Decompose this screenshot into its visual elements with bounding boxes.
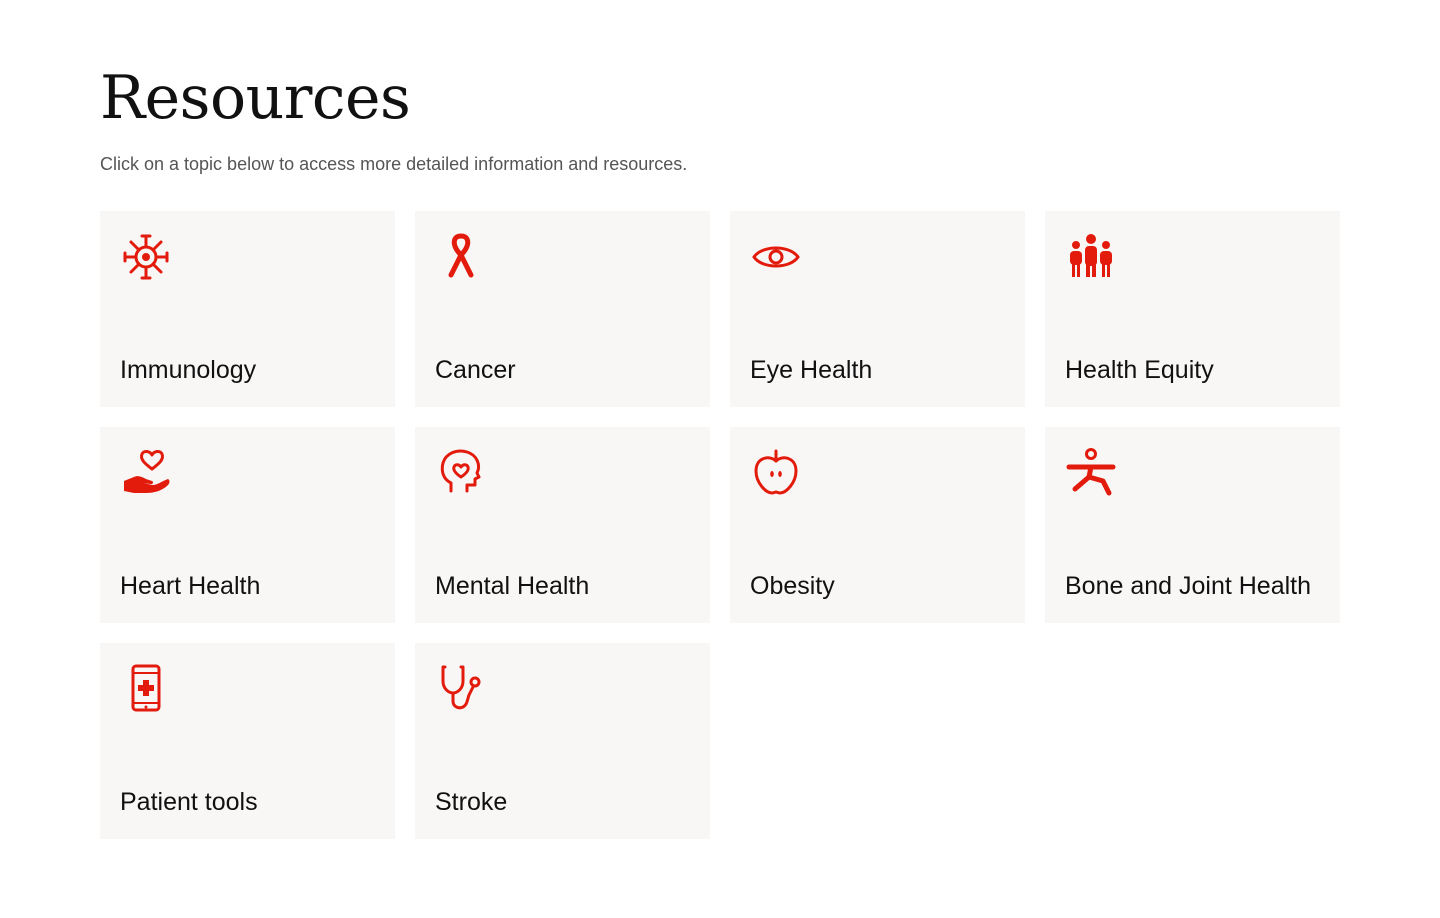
topic-label: Patient tools: [120, 788, 258, 816]
ribbon-icon: [435, 231, 487, 283]
topic-label: Obesity: [750, 572, 835, 600]
topic-card-cancer[interactable]: Cancer: [415, 211, 710, 407]
yoga-pose-icon: [1065, 447, 1117, 499]
eye-icon: [750, 231, 802, 283]
topic-label: Heart Health: [120, 572, 261, 600]
topic-card-bone-and-joint-health[interactable]: Bone and Joint Health: [1045, 427, 1340, 623]
topic-card-mental-health[interactable]: Mental Health: [415, 427, 710, 623]
topic-card-immunology[interactable]: Immunology: [100, 211, 395, 407]
topic-grid: Immunology Cancer Eye Health Health Equi…: [100, 211, 1340, 839]
page-title: Resources: [100, 63, 411, 133]
topic-card-eye-health[interactable]: Eye Health: [730, 211, 1025, 407]
resources-page: Resources Click on a topic below to acce…: [0, 0, 1440, 918]
topic-label: Mental Health: [435, 572, 590, 600]
page-subtitle: Click on a topic below to access more de…: [100, 154, 688, 174]
topic-label: Bone and Joint Health: [1065, 572, 1312, 600]
topic-label: Eye Health: [750, 356, 873, 384]
topic-card-patient-tools[interactable]: Patient tools: [100, 643, 395, 839]
virus-icon: [120, 231, 172, 283]
apple-icon: [750, 447, 802, 499]
head-heart-icon: [435, 447, 487, 499]
stethoscope-icon: [435, 663, 487, 715]
topic-card-obesity[interactable]: Obesity: [730, 427, 1025, 623]
topic-card-heart-health[interactable]: Heart Health: [100, 427, 395, 623]
topic-label: Stroke: [435, 788, 508, 816]
topic-label: Health Equity: [1065, 356, 1214, 384]
people-icon: [1065, 231, 1117, 283]
topic-label: Cancer: [435, 356, 516, 384]
topic-label: Immunology: [120, 356, 257, 384]
heart-in-hand-icon: [120, 447, 172, 499]
topic-card-health-equity[interactable]: Health Equity: [1045, 211, 1340, 407]
topic-card-stroke[interactable]: Stroke: [415, 643, 710, 839]
mobile-medical-icon: [120, 663, 172, 715]
